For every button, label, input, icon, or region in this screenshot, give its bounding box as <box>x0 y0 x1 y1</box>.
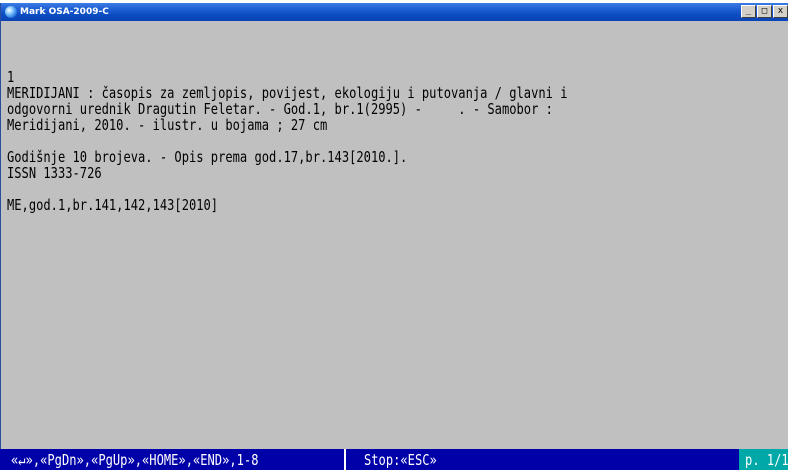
title-bar[interactable]: Mark OSA-2009-C _ □ x <box>1 3 788 21</box>
record-note-line: Godišnje 10 brojeva. - Opis prema god.17… <box>7 148 408 166</box>
record-publisher-line: Meridijani, 2010. - ilustr. u bojama ; 2… <box>7 116 328 134</box>
app-icon <box>5 6 17 18</box>
record-responsibility-line: odgovorni urednik Dragutin Feletar. - Go… <box>7 100 553 118</box>
record-title-line: MERIDIJANI : časopis za zemljopis, povij… <box>7 84 568 102</box>
record-issn-line: ISSN 1333-726 <box>7 164 102 182</box>
minimize-button[interactable]: _ <box>741 5 756 18</box>
status-bar: «↵»,«PgDn»,«PgUp»,«HOME»,«END»,1-8 Stop:… <box>0 449 788 470</box>
window-controls: _ □ x <box>741 5 788 19</box>
status-separator <box>344 449 346 470</box>
maximize-button[interactable]: □ <box>757 5 772 18</box>
record-number: 1 <box>7 68 15 86</box>
terminal-screen[interactable]: 1 MERIDIJANI : časopis za zemljopis, pov… <box>7 21 788 453</box>
page-indicator: p. 1/1 <box>739 449 788 470</box>
navigation-keys-hint: «↵»,«PgDn»,«PgUp»,«HOME»,«END»,1-8 <box>11 451 259 469</box>
close-button[interactable]: x <box>773 5 788 18</box>
app-window: Mark OSA-2009-C _ □ x 1 MERIDIJANI : čas… <box>0 3 788 470</box>
record-holdings-line: ME,god.1,br.141,142,143[2010] <box>7 196 219 214</box>
window-title: Mark OSA-2009-C <box>20 7 109 17</box>
screen: Mark OSA-2009-C _ □ x 1 MERIDIJANI : čas… <box>0 0 788 470</box>
stop-key-hint: Stop:«ESC» <box>364 451 437 469</box>
page-indicator-text: p. 1/1 <box>745 451 788 469</box>
